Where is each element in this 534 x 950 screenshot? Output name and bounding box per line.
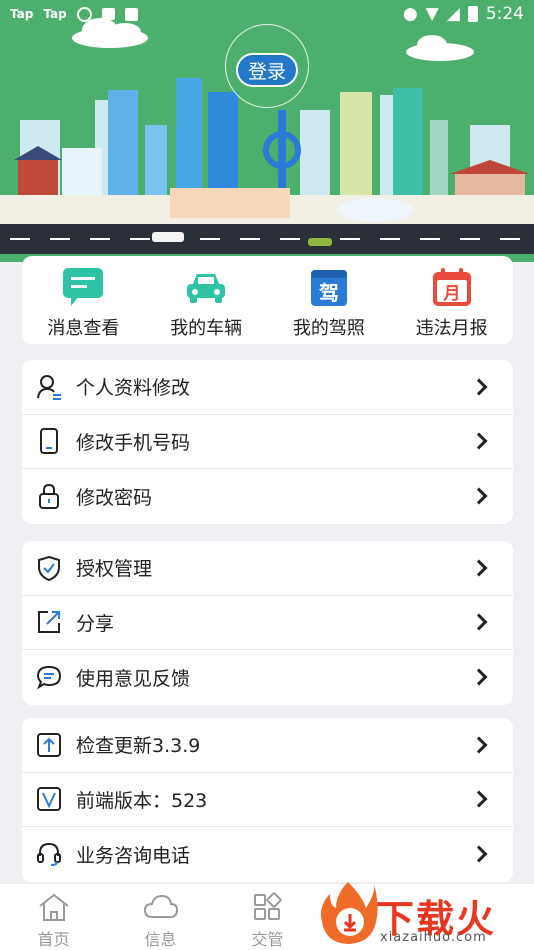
taptap-icon: Tap: [43, 7, 67, 21]
tab-home[interactable]: 首页: [0, 884, 107, 950]
row-hotline[interactable]: 业务咨询电话: [22, 827, 513, 882]
login-button[interactable]: 登录: [236, 53, 298, 87]
quick-item-vehicles[interactable]: 我的车辆: [145, 256, 268, 344]
message-icon: [63, 268, 104, 306]
chevron-right-icon: [470, 736, 488, 754]
license-icon: 驾: [310, 270, 347, 306]
svg-text:月: 月: [442, 284, 460, 304]
quick-item-label: 消息查看: [47, 318, 120, 339]
cloud-icon: [143, 894, 178, 918]
quick-item-license[interactable]: 驾 我的驾照: [268, 256, 391, 344]
wifi-icon: ▼: [425, 4, 439, 24]
signal-icon: ◢: [446, 4, 460, 24]
watermark-logo: 下载火 xiazaihuo.com: [318, 878, 534, 950]
quick-item-label: 我的驾照: [292, 318, 365, 339]
row-label: 修改密码: [76, 486, 153, 509]
status-bar: Tap Tap ● ▼ ◢ 5:24: [0, 0, 534, 28]
car-icon: [187, 274, 226, 303]
clock: 5:24: [485, 4, 524, 24]
row-feedback[interactable]: 使用意见反馈: [22, 650, 513, 705]
chevron-right-icon: [470, 432, 488, 450]
flame-logo-icon: [321, 882, 378, 944]
chevron-right-icon: [470, 378, 488, 396]
about-group: 检查更新3.3.9 前端版本：523 业务咨询电话: [22, 718, 513, 882]
row-label: 分享: [76, 612, 115, 635]
quick-item-messages[interactable]: 消息查看: [22, 256, 145, 344]
battery-icon: [467, 6, 478, 22]
headset-icon: [36, 841, 62, 867]
row-label: 授权管理: [76, 558, 153, 581]
text-notification-icon: [124, 7, 138, 21]
row-change-password[interactable]: 修改密码: [22, 469, 513, 524]
android-notification-icon: [101, 8, 115, 20]
tab-traffic[interactable]: 交管: [214, 884, 321, 950]
row-label: 修改手机号码: [76, 431, 191, 454]
chevron-right-icon: [470, 668, 488, 686]
lock-icon: [36, 483, 62, 510]
update-icon: [36, 732, 62, 758]
app-settings-group: 授权管理 分享 使用意见反馈: [22, 541, 513, 705]
row-change-phone[interactable]: 修改手机号码: [22, 415, 513, 469]
row-label: 业务咨询电话: [76, 844, 191, 867]
home-icon: [38, 893, 69, 921]
chevron-right-icon: [470, 845, 488, 863]
chevron-right-icon: [470, 613, 488, 631]
chevron-right-icon: [470, 559, 488, 577]
chevron-right-icon: [470, 487, 488, 505]
quick-item-label: 我的车辆: [170, 318, 243, 339]
row-label: 前端版本：523: [76, 789, 208, 812]
version-icon: [36, 786, 62, 812]
profile-icon: [36, 374, 62, 400]
row-share[interactable]: 分享: [22, 596, 513, 650]
calendar-icon: 月: [432, 268, 471, 306]
quick-item-label: 违法月报: [415, 318, 488, 339]
watermark-subtitle: xiazaihuo.com: [380, 930, 487, 945]
tab-label: 首页: [37, 930, 70, 949]
location-icon: ●: [402, 4, 418, 24]
share-icon: [36, 609, 62, 635]
row-edit-profile[interactable]: 个人资料修改: [22, 360, 513, 415]
tab-label: 交管: [251, 930, 284, 949]
chevron-right-icon: [470, 790, 488, 808]
tab-info[interactable]: 信息: [107, 884, 214, 950]
row-label: 个人资料修改: [76, 377, 191, 400]
row-authorization[interactable]: 授权管理: [22, 541, 513, 596]
shield-icon: [36, 555, 62, 581]
svg-text:驾: 驾: [319, 281, 339, 305]
app-notification-icon: [76, 6, 92, 22]
quick-item-violations[interactable]: 月 违法月报: [390, 256, 513, 344]
row-frontend-version[interactable]: 前端版本：523: [22, 773, 513, 827]
row-check-update[interactable]: 检查更新3.3.9: [22, 718, 513, 773]
row-label: 使用意见反馈: [76, 667, 191, 690]
grid-icon: [253, 892, 282, 920]
quick-menu: 消息查看 我的车辆 驾 我的驾照 月 违法月报: [22, 256, 513, 344]
account-settings-group: 个人资料修改 修改手机号码 修改密码: [22, 360, 513, 524]
feedback-icon: [36, 664, 62, 690]
row-label: 检查更新3.3.9: [76, 735, 201, 758]
taptap-icon: Tap: [10, 7, 34, 21]
phone-icon: [36, 428, 62, 455]
tab-label: 信息: [144, 930, 177, 949]
